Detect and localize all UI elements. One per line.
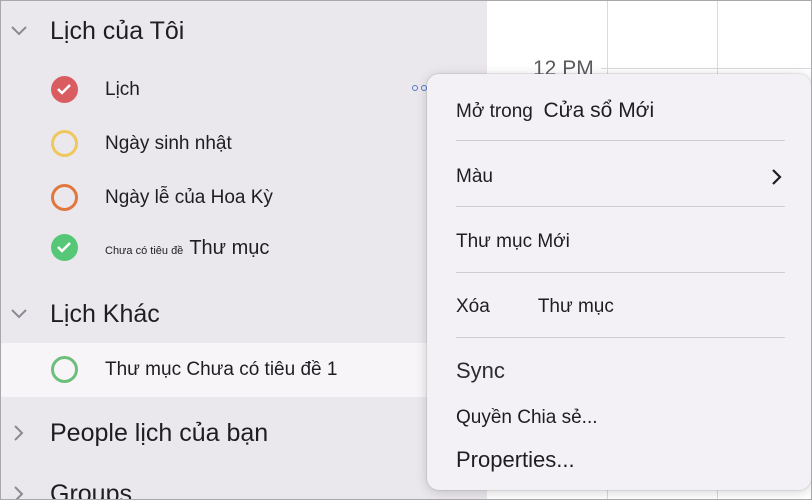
checkbox-empty-icon[interactable] bbox=[51, 184, 78, 211]
calendar-item-holidays[interactable]: Ngày lễ của Hoa Kỳ bbox=[1, 173, 487, 223]
calendar-item-label-small: Chưa có tiêu đề bbox=[105, 244, 184, 257]
chevron-right-icon bbox=[771, 168, 783, 191]
calendar-item-label: Ngày sinh nhật bbox=[105, 133, 232, 154]
checkbox-checked-icon[interactable] bbox=[51, 76, 78, 103]
calendar-item-label-big: Thư mục bbox=[189, 236, 270, 259]
menu-item-open-in-new-window[interactable]: Mở trong Cửa sổ Mới bbox=[456, 99, 654, 123]
time-line bbox=[601, 68, 811, 69]
menu-item-label: Xóa bbox=[456, 296, 490, 317]
menu-item-sharing-permissions[interactable]: Quyền Chia sẻ... bbox=[456, 407, 598, 429]
menu-item-properties[interactable]: Properties... bbox=[456, 447, 575, 473]
section-people-calendars[interactable]: People lịch của bạn bbox=[1, 413, 268, 453]
calendar-item-untitled[interactable]: Chưa có tiêu đề Thư mục bbox=[1, 223, 487, 273]
sidebar: Lịch của Tôi Lịch Ngày sinh nhật Ngày lễ… bbox=[1, 1, 487, 500]
menu-separator bbox=[456, 206, 785, 207]
calendar-item-label: Chưa có tiêu đề Thư mục bbox=[105, 237, 269, 260]
calendar-item-untitled-folder-1[interactable]: Thư mục Chưa có tiêu đề 1 bbox=[1, 343, 487, 397]
checkbox-checked-icon[interactable] bbox=[51, 234, 78, 261]
calendar-item-birthdays[interactable]: Ngày sinh nhật bbox=[1, 119, 487, 169]
checkbox-empty-icon[interactable] bbox=[51, 356, 78, 383]
menu-separator bbox=[456, 272, 785, 273]
checkbox-empty-icon[interactable] bbox=[51, 130, 78, 157]
menu-item-label: Mở trong bbox=[456, 101, 533, 122]
section-my-calendars[interactable]: Lịch của Tôi bbox=[1, 11, 184, 51]
window: 12 PM Lịch của Tôi Lịch Ngày sinh nhật N… bbox=[0, 0, 812, 500]
menu-item-sync[interactable]: Sync bbox=[456, 358, 505, 384]
menu-item-label: Thư mục bbox=[537, 296, 614, 317]
section-other-calendars[interactable]: Lịch Khác bbox=[1, 294, 160, 334]
menu-item-color[interactable]: Màu bbox=[456, 166, 493, 188]
menu-item-delete-folder[interactable]: Xóa Thư mục bbox=[456, 296, 614, 318]
calendar-item-label: Lịch bbox=[105, 79, 140, 100]
section-title: Lịch Khác bbox=[50, 299, 160, 328]
menu-item-label: Cửa sổ Mới bbox=[543, 99, 655, 122]
more-options-icon[interactable] bbox=[412, 85, 427, 91]
section-title: Lịch của Tôi bbox=[50, 16, 185, 45]
calendar-item-label: Thư mục Chưa có tiêu đề 1 bbox=[105, 359, 338, 380]
section-title: Groups bbox=[50, 479, 132, 500]
calendar-item-label: Ngày lễ của Hoa Kỳ bbox=[105, 187, 273, 208]
section-groups[interactable]: Groups bbox=[1, 474, 132, 500]
menu-separator bbox=[456, 337, 785, 338]
section-title: People lịch của bạn bbox=[50, 418, 269, 447]
menu-separator bbox=[456, 140, 785, 141]
context-menu: Mở trong Cửa sổ Mới Màu Thư mục Mới Xóa T… bbox=[427, 74, 811, 490]
menu-item-new-folder[interactable]: Thư mục Mới bbox=[456, 231, 570, 253]
chevron-right-icon[interactable] bbox=[1, 424, 37, 442]
chevron-down-icon[interactable] bbox=[1, 25, 37, 37]
chevron-right-icon[interactable] bbox=[1, 485, 37, 499]
chevron-down-icon[interactable] bbox=[1, 308, 37, 320]
